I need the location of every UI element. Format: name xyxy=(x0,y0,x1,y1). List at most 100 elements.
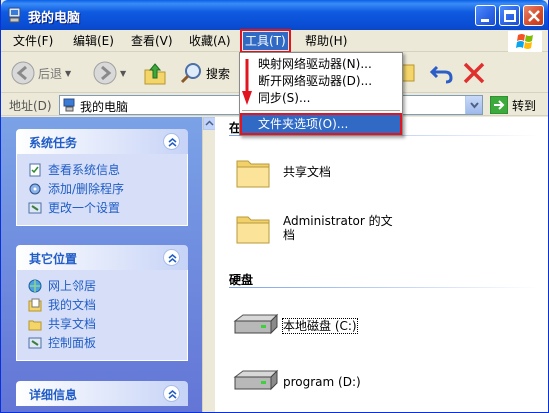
back-button[interactable]: 后退 ▼ xyxy=(11,59,71,87)
map-network-drive-item[interactable]: 映射网络驱动器(N)... xyxy=(258,56,372,72)
menu-bar: 文件(F) 编辑(E) 查看(V) 收藏(A) 工具(T) 帮助(H) xyxy=(1,29,548,53)
back-dropdown-icon[interactable]: ▼ xyxy=(65,69,71,78)
menu-separator xyxy=(242,110,400,111)
other-places-title: 其它位置 xyxy=(29,252,78,266)
hard-drive-icon xyxy=(233,313,279,335)
change-setting-link[interactable]: 更改一个设置 xyxy=(17,198,187,217)
menu-edit[interactable]: 编辑(E) xyxy=(71,33,116,49)
maximize-icon xyxy=(504,10,516,22)
folder-icon xyxy=(236,160,270,188)
menu-help[interactable]: 帮助(H) xyxy=(303,33,349,49)
drive-label: program (D:) xyxy=(283,375,361,389)
double-chevron-up-icon xyxy=(168,254,177,263)
folder-item-shared-docs[interactable]: 共享文档 xyxy=(235,155,331,189)
search-icon xyxy=(180,63,201,84)
go-label: 转到 xyxy=(512,98,537,113)
details-title: 详细信息 xyxy=(29,388,78,402)
double-chevron-up-icon xyxy=(168,138,177,147)
forward-arrow-icon xyxy=(93,61,117,85)
details-header[interactable]: 详细信息 xyxy=(16,381,188,406)
details-panel: 详细信息 xyxy=(16,381,188,406)
title-bar[interactable]: 我的电脑 xyxy=(1,0,548,30)
back-arrow-icon xyxy=(11,61,35,85)
folder-item-admin-docs[interactable]: Administrator 的文档 xyxy=(235,211,435,245)
back-label: 后退 xyxy=(38,66,63,81)
synchronize-item[interactable]: 同步(S)... xyxy=(258,90,310,106)
windows-logo xyxy=(508,31,542,52)
windows-flag-icon xyxy=(516,34,533,49)
system-tasks-panel: 系统任务 查看系统信息 添加/删除程序 更改一个设置 xyxy=(16,129,188,226)
close-button[interactable] xyxy=(523,5,544,26)
search-label: 搜索 xyxy=(206,66,231,81)
menu-view[interactable]: 查看(V) xyxy=(129,33,175,49)
forward-button[interactable]: ▼ xyxy=(93,59,126,87)
minimize-icon xyxy=(481,19,489,22)
tools-menu: 映射网络驱动器(N)... 断开网络驱动器(D)... 同步(S)... 文件夹… xyxy=(239,52,403,136)
other-places-header[interactable]: 其它位置 xyxy=(16,245,188,270)
network-places-icon xyxy=(28,279,42,292)
search-button[interactable]: 搜索 xyxy=(179,59,230,87)
add-remove-programs-icon xyxy=(29,183,41,194)
double-chevron-up-icon xyxy=(168,390,177,399)
folder-label: 共享文档 xyxy=(283,165,332,179)
folder-icon xyxy=(236,216,270,244)
shared-documents-link[interactable]: 共享文档 xyxy=(17,314,187,333)
maximize-button[interactable] xyxy=(499,5,520,26)
collapse-system-tasks-button[interactable] xyxy=(163,133,180,150)
control-panel-icon xyxy=(28,337,42,348)
window-title: 我的电脑 xyxy=(28,11,81,26)
chevron-up-icon xyxy=(205,120,214,126)
shared-folder-icon xyxy=(28,320,42,330)
control-panel-link[interactable]: 控制面板 xyxy=(17,333,187,352)
group-header-drives: 硬盘 xyxy=(229,273,254,287)
minimize-button[interactable] xyxy=(475,5,496,26)
drive-label: 本地磁盘 (C:) xyxy=(282,318,358,334)
go-arrow-icon xyxy=(490,96,508,114)
other-places-body: 网上邻居 我的文档 共享文档 控制面板 xyxy=(16,270,188,361)
collapse-other-places-button[interactable] xyxy=(163,249,180,266)
drive-item-c[interactable]: 本地磁盘 (C:) xyxy=(231,313,358,339)
address-label: 地址(D) xyxy=(9,99,52,113)
delete-button[interactable] xyxy=(462,59,486,87)
chevron-down-icon xyxy=(470,102,479,109)
annotation-arrow-icon xyxy=(242,59,252,105)
up-folder-button[interactable] xyxy=(143,59,167,87)
go-button[interactable]: 转到 xyxy=(490,96,536,114)
system-tasks-header[interactable]: 系统任务 xyxy=(16,129,188,154)
collapse-details-button[interactable] xyxy=(163,385,180,402)
other-places-panel: 其它位置 网上邻居 我的文档 共享文档 控制面板 xyxy=(16,245,188,361)
explorer-window: 我的电脑 文件(F) 编辑(E) 查看(V) 收藏(A) 工具(T) 帮助(H) xyxy=(0,0,549,413)
address-value: 我的电脑 xyxy=(80,100,129,114)
folder-options-label: 文件夹选项(O)... xyxy=(258,117,349,131)
folders-button[interactable] xyxy=(401,59,415,87)
folder-options-item[interactable]: 文件夹选项(O)... xyxy=(240,113,402,135)
undo-button[interactable] xyxy=(429,59,455,87)
drive-item-d[interactable]: program (D:) xyxy=(231,369,361,395)
disconnect-network-drive-item[interactable]: 断开网络驱动器(D)... xyxy=(258,73,372,89)
my-documents-icon xyxy=(28,298,42,311)
delete-x-icon xyxy=(463,62,485,84)
system-tasks-body: 查看系统信息 添加/删除程序 更改一个设置 xyxy=(16,154,188,226)
my-computer-small-icon xyxy=(63,98,75,112)
my-computer-icon xyxy=(8,7,21,23)
folders-icon xyxy=(401,64,415,82)
group-divider xyxy=(229,287,539,288)
undo-icon xyxy=(429,65,453,84)
system-info-icon xyxy=(29,163,41,176)
file-list-pane: 在 共享文档 Administrator 的文档 硬盘 本地磁盘 (C:) pr… xyxy=(215,117,548,412)
view-system-info-link[interactable]: 查看系统信息 xyxy=(17,160,187,179)
add-remove-programs-link[interactable]: 添加/删除程序 xyxy=(17,179,187,198)
pane-splitter[interactable] xyxy=(202,117,216,412)
folder-label: Administrator 的文档 xyxy=(283,214,393,242)
menu-file[interactable]: 文件(F) xyxy=(11,33,55,49)
my-documents-link[interactable]: 我的文档 xyxy=(17,295,187,314)
hard-drive-icon xyxy=(233,369,279,391)
menu-favorites[interactable]: 收藏(A) xyxy=(187,33,233,49)
system-tasks-title: 系统任务 xyxy=(29,136,78,150)
up-folder-icon xyxy=(144,63,166,85)
network-places-link[interactable]: 网上邻居 xyxy=(17,276,187,295)
control-panel-icon xyxy=(28,202,42,213)
address-dropdown-button[interactable] xyxy=(465,96,482,114)
menu-tools[interactable]: 工具(T) xyxy=(240,29,291,53)
forward-dropdown-icon[interactable]: ▼ xyxy=(120,69,126,78)
